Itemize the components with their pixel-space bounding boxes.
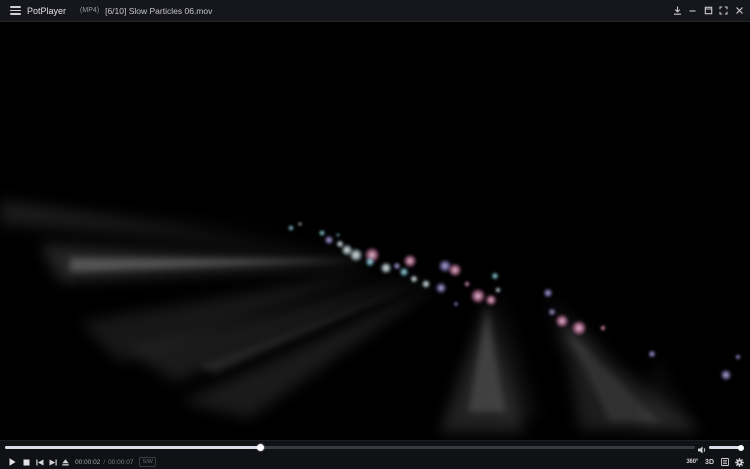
fullscreen-icon[interactable] [717, 4, 731, 18]
seek-bar-thumb[interactable] [256, 444, 264, 451]
time-separator: / [103, 458, 106, 466]
right-controls: 360° 3D [686, 456, 744, 468]
seek-bar-progress [5, 446, 261, 449]
previous-icon[interactable] [34, 456, 45, 468]
app-name: PotPlayer [27, 5, 67, 16]
video-frame[interactable] [0, 22, 750, 440]
file-title: [6/10] Slow Particles 06.mov [105, 5, 213, 16]
light-rays [0, 198, 700, 432]
volume-slider[interactable] [709, 444, 744, 451]
play-icon[interactable] [7, 456, 17, 468]
download-icon[interactable] [670, 4, 684, 18]
close-icon[interactable] [732, 4, 746, 18]
format-tag: (MP4) [80, 7, 100, 14]
maximize-icon[interactable] [701, 4, 715, 18]
control-bar: 00:00:02 / 00:00:07 S/W 360° 3D [0, 440, 750, 469]
potplayer-window: PotPlayer (MP4) [6/10] Slow Particles 06… [0, 0, 750, 469]
3d-button[interactable]: 3D [705, 456, 714, 468]
volume-level [709, 446, 741, 449]
eject-icon[interactable] [60, 456, 70, 468]
volume-icon[interactable] [697, 442, 707, 454]
vr-360-button[interactable]: 360° [686, 456, 698, 468]
seek-bar[interactable] [5, 444, 695, 451]
total-duration: 00:00:07 [108, 458, 134, 466]
hamburger-menu-icon[interactable] [10, 6, 21, 15]
title-bar[interactable]: PotPlayer (MP4) [6/10] Slow Particles 06… [0, 0, 750, 22]
next-icon[interactable] [47, 456, 58, 468]
minimize-icon[interactable] [686, 4, 700, 18]
playback-controls: 00:00:02 / 00:00:07 S/W 360° 3D [0, 456, 750, 468]
decoder-badge[interactable]: S/W [139, 457, 156, 467]
settings-gear-icon[interactable] [734, 456, 744, 468]
current-time: 00:00:02 [75, 458, 101, 466]
playlist-icon[interactable] [720, 456, 729, 468]
video-content [0, 198, 741, 432]
window-controls [669, 0, 747, 22]
volume-thumb[interactable] [737, 444, 744, 451]
stop-icon[interactable] [21, 456, 31, 468]
